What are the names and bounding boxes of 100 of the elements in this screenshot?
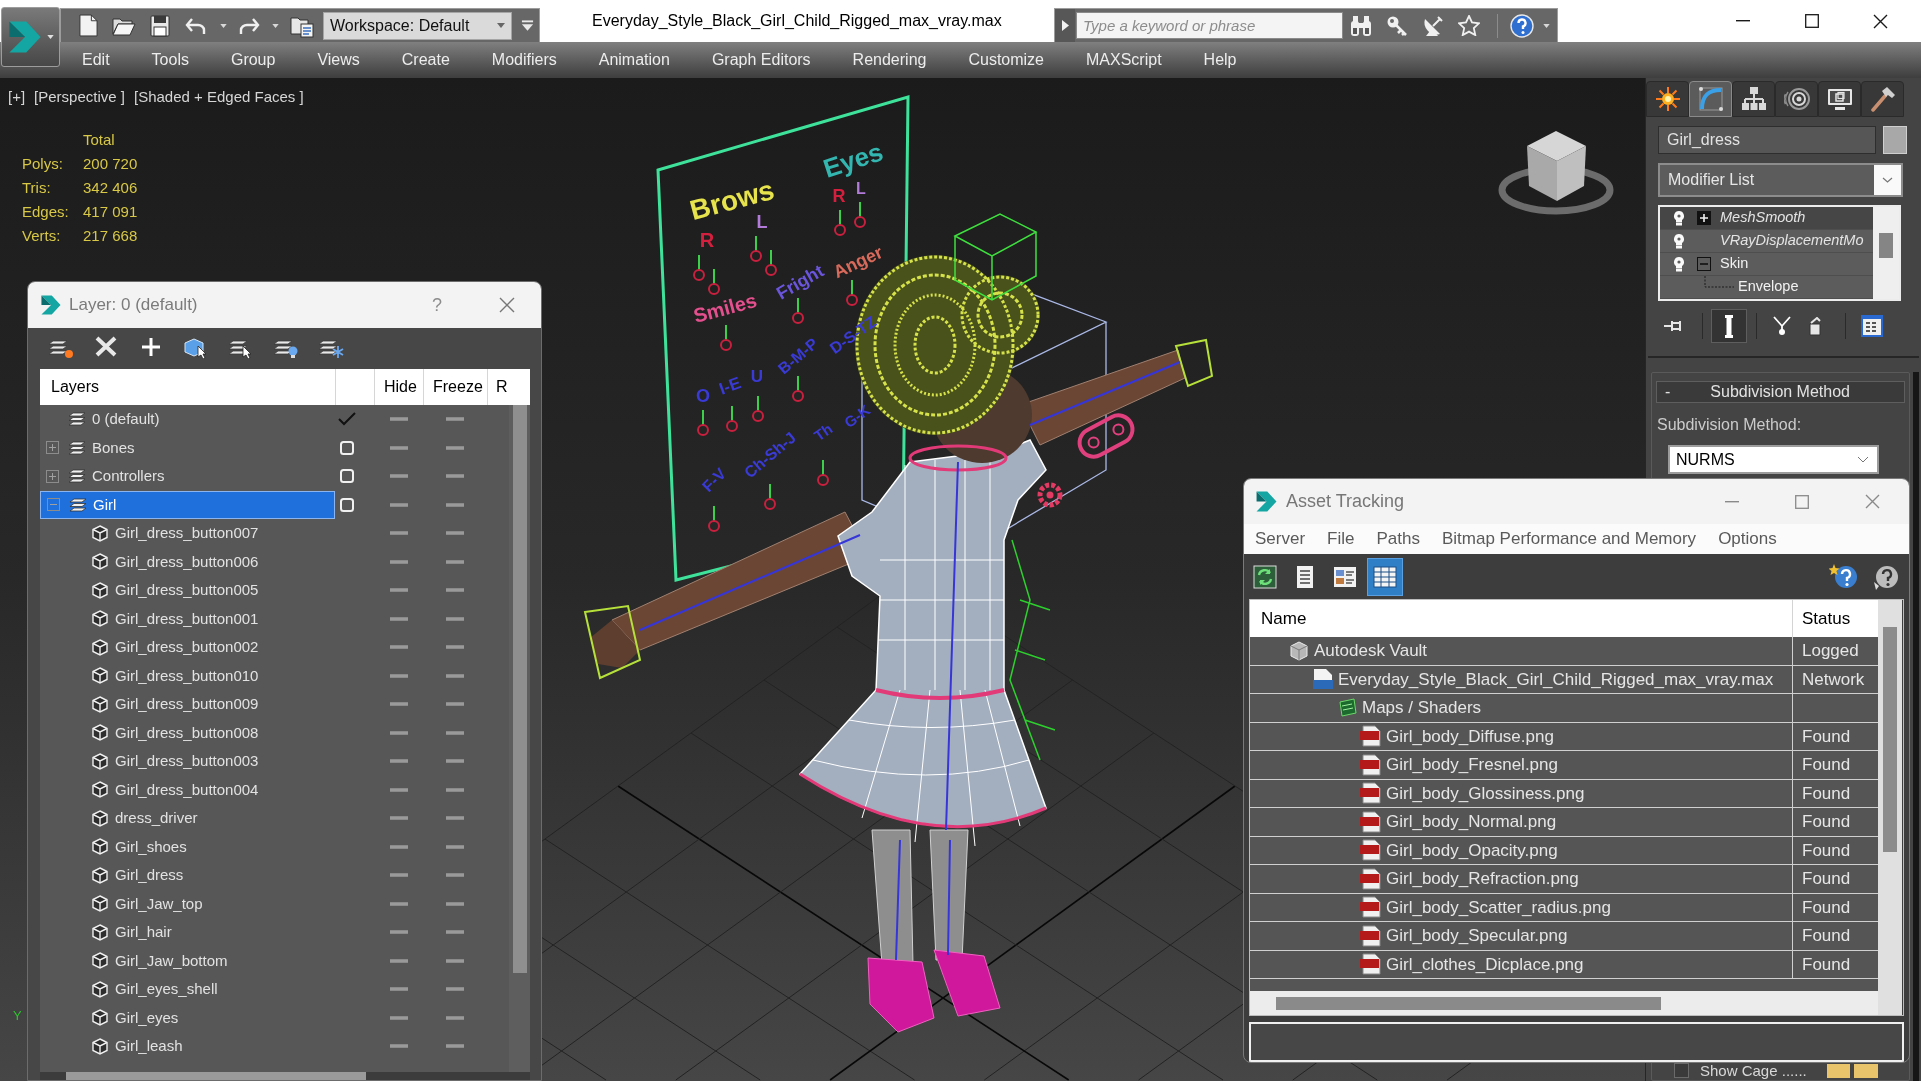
- dash-icon[interactable]: [446, 702, 464, 707]
- undo-icon[interactable]: [185, 16, 207, 35]
- dash-icon[interactable]: [389, 987, 408, 992]
- object-name-field[interactable]: Girl_dress: [1658, 126, 1876, 154]
- menu-item[interactable]: Group: [209, 42, 297, 78]
- swatch-icon[interactable]: [1854, 1063, 1878, 1078]
- dash-icon[interactable]: [446, 958, 464, 963]
- dash-icon[interactable]: [389, 588, 408, 593]
- dash-icon[interactable]: [389, 673, 408, 678]
- dash-icon[interactable]: [389, 1044, 408, 1049]
- star-icon[interactable]: [1458, 15, 1480, 36]
- layer-name[interactable]: Girl_dress_button010: [115, 664, 259, 687]
- dash-icon[interactable]: [389, 730, 408, 735]
- dash-icon[interactable]: [389, 787, 408, 792]
- layer-name[interactable]: Girl_eyes_shell: [115, 978, 218, 1001]
- help-button[interactable]: ?: [417, 291, 457, 319]
- open-folder-icon[interactable]: [112, 15, 136, 36]
- dash-icon[interactable]: [389, 816, 408, 821]
- menu-item[interactable]: Create: [380, 42, 471, 78]
- menu-item[interactable]: Rendering: [831, 42, 948, 78]
- dash-icon[interactable]: [446, 616, 464, 621]
- command-tab[interactable]: [1818, 81, 1861, 117]
- layer-name[interactable]: Girl_dress_button002: [115, 636, 259, 659]
- column-header[interactable]: Freeze: [433, 375, 483, 399]
- dash-icon[interactable]: [389, 616, 408, 621]
- layer-name[interactable]: Girl_hair: [115, 921, 172, 944]
- column-header[interactable]: R: [496, 375, 508, 399]
- column-header[interactable]: Hide: [384, 375, 417, 399]
- key-icon[interactable]: [1386, 14, 1408, 37]
- dash-icon[interactable]: [389, 844, 408, 849]
- caret-icon[interactable]: [219, 23, 227, 28]
- viewcube-icon[interactable]: [1498, 131, 1614, 215]
- expand-button[interactable]: [1055, 9, 1075, 42]
- dash-icon[interactable]: [446, 844, 464, 849]
- dash-icon[interactable]: [446, 816, 464, 821]
- column-header[interactable]: Layers: [51, 375, 100, 399]
- caret-icon[interactable]: [271, 23, 279, 28]
- layer-name[interactable]: Girl_Jaw_top: [115, 892, 203, 915]
- redo-icon[interactable]: [238, 16, 260, 35]
- dash-icon[interactable]: [389, 901, 408, 906]
- dash-icon[interactable]: [446, 930, 464, 935]
- swatch-icon[interactable]: [1827, 1063, 1850, 1078]
- binoculars-icon[interactable]: [1349, 14, 1373, 37]
- menu-item[interactable]: Graph Editors: [690, 42, 832, 78]
- dash-icon[interactable]: [389, 531, 408, 536]
- dash-icon[interactable]: [389, 873, 408, 878]
- menu-item[interactable]: Bitmap Performance and Memory: [1430, 524, 1708, 554]
- caret-icon[interactable]: [1542, 23, 1550, 28]
- layer-name[interactable]: Girl_dress_button003: [115, 750, 259, 773]
- rollout-header[interactable]: - Subdivision Method: [1656, 381, 1905, 403]
- minimize-icon[interactable]: [1735, 20, 1750, 22]
- dash-icon[interactable]: [389, 559, 408, 564]
- layer-name[interactable]: Controllers: [92, 465, 165, 488]
- layer-name[interactable]: Girl_dress: [115, 864, 184, 887]
- delete-icon[interactable]: [93, 335, 119, 359]
- layer-name[interactable]: Girl_dress_button001: [115, 607, 259, 630]
- lightbulb-icon[interactable]: [1673, 210, 1685, 226]
- dash-icon[interactable]: [446, 787, 464, 792]
- dash-icon[interactable]: [446, 730, 464, 735]
- workspace-dropdown[interactable]: Workspace: Default: [323, 11, 512, 40]
- checkmark-icon[interactable]: [338, 412, 356, 427]
- dash-icon[interactable]: [389, 502, 408, 507]
- satellite-dish-icon[interactable]: [1422, 14, 1444, 37]
- layer-name[interactable]: Girl_dress_button005: [115, 579, 259, 602]
- show-end-result-button[interactable]: [1711, 309, 1747, 343]
- menu-caret-icon[interactable]: [520, 19, 534, 32]
- layer-name[interactable]: dress_driver: [115, 807, 198, 830]
- dash-icon[interactable]: [446, 759, 464, 764]
- menu-item[interactable]: File: [1316, 524, 1366, 554]
- command-tab[interactable]: [1775, 81, 1818, 117]
- menu-item[interactable]: Help: [1182, 42, 1258, 78]
- layer-name[interactable]: Girl: [93, 493, 117, 516]
- save-icon[interactable]: [150, 14, 170, 37]
- dash-icon[interactable]: [446, 559, 464, 564]
- menu-item[interactable]: Edit: [61, 42, 131, 78]
- dash-icon[interactable]: [446, 645, 464, 650]
- dash-icon[interactable]: [446, 873, 464, 878]
- layer-name[interactable]: Girl_dress_button009: [115, 693, 259, 716]
- table-view-button[interactable]: [1367, 557, 1403, 596]
- minus-box-icon[interactable]: [47, 498, 60, 512]
- close-icon[interactable]: [1873, 13, 1888, 29]
- subdivision-method-dropdown[interactable]: NURMS: [1668, 445, 1879, 474]
- menu-item[interactable]: Views: [296, 42, 381, 78]
- command-tab[interactable]: [1732, 81, 1775, 117]
- menu-item[interactable]: Options: [1707, 524, 1788, 554]
- dash-icon[interactable]: [446, 417, 464, 422]
- command-tab[interactable]: [1861, 81, 1904, 117]
- minus-box-icon[interactable]: [1697, 257, 1711, 271]
- command-tab[interactable]: [1646, 81, 1689, 117]
- dash-icon[interactable]: [446, 1044, 464, 1049]
- menu-item[interactable]: Server: [1244, 524, 1317, 554]
- dash-icon[interactable]: [389, 474, 408, 479]
- layer-name[interactable]: Girl_dress_button006: [115, 550, 259, 573]
- menu-item[interactable]: Animation: [577, 42, 691, 78]
- layer-name[interactable]: Girl_Jaw_bottom: [115, 949, 228, 972]
- menu-item[interactable]: MAXScript: [1065, 42, 1183, 78]
- new-file-icon[interactable]: [78, 14, 98, 37]
- layer-name[interactable]: 0 (default): [92, 408, 160, 431]
- lightbulb-icon[interactable]: [1673, 233, 1685, 249]
- layer-name[interactable]: Girl_leash: [115, 1035, 183, 1058]
